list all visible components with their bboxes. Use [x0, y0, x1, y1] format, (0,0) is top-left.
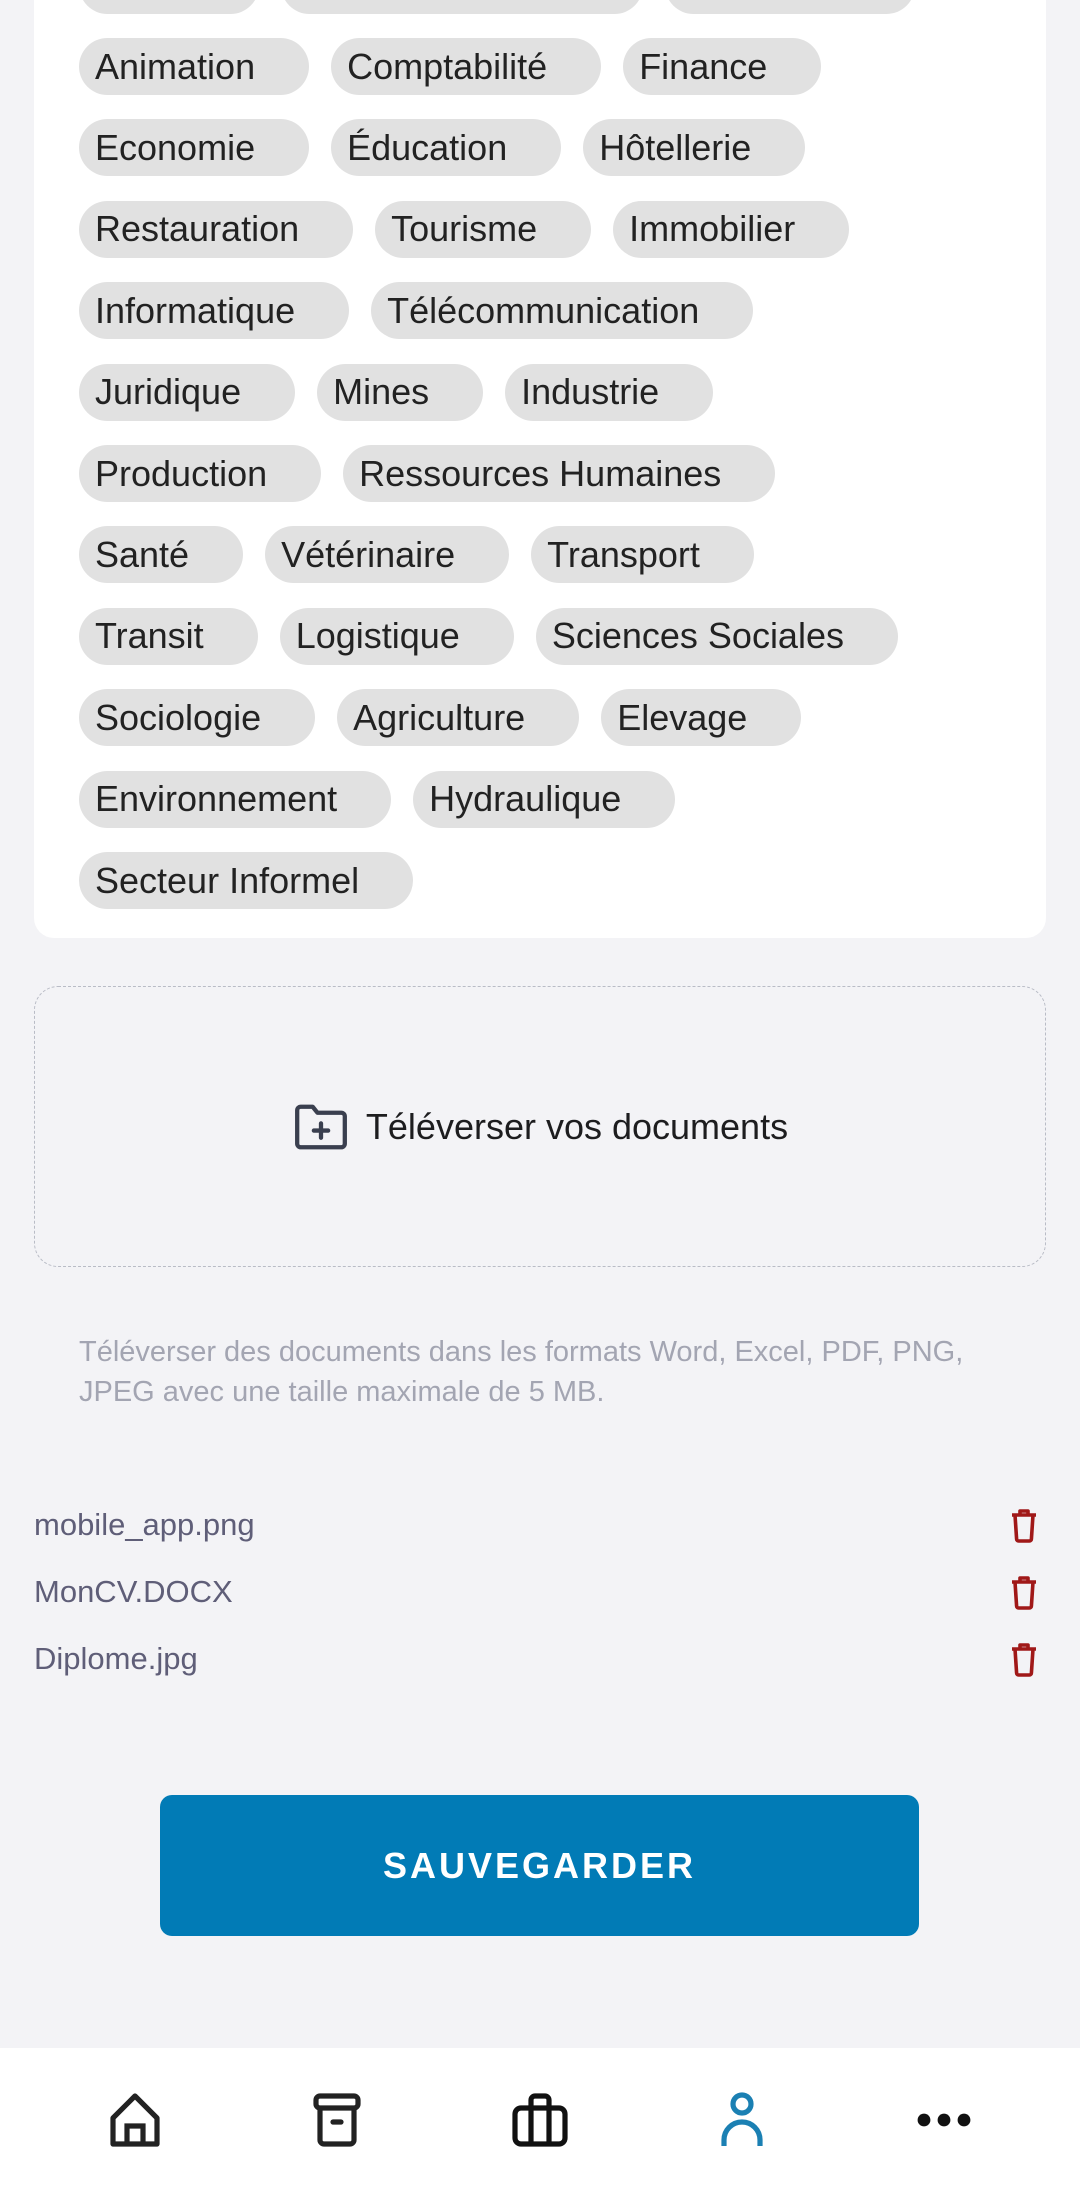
sector-chip[interactable]: [281, 0, 643, 14]
trash-icon[interactable]: [1004, 1639, 1044, 1679]
sector-row: Production Ressources Humaines: [79, 445, 776, 502]
sector-row: Environnement Hydraulique: [79, 770, 676, 828]
sector-chip[interactable]: Animation: [79, 38, 310, 95]
sector-chip[interactable]: Juridique: [79, 363, 296, 421]
sectors-card: Animation Comptabilité Finance Economie Éduc…: [34, 0, 1046, 938]
upload-label: Téléverser vos documents: [365, 1105, 789, 1147]
sector-chip[interactable]: Restauration: [79, 200, 354, 258]
briefcase-icon: [512, 2093, 568, 2147]
trash-icon[interactable]: [1004, 1505, 1044, 1545]
sector-chip[interactable]: [665, 0, 915, 14]
sector-chip[interactable]: Environnement: [79, 770, 392, 828]
archive-icon: [313, 2093, 361, 2147]
folder-plus-icon: [294, 1104, 347, 1149]
sector-chip[interactable]: [79, 0, 259, 14]
user-icon: [721, 2092, 763, 2146]
nav-more[interactable]: [914, 2090, 974, 2150]
sector-chip[interactable]: Sciences Sociales: [535, 607, 898, 665]
sector-row: Informatique Télécommunication: [79, 282, 754, 340]
sector-chip[interactable]: Economie: [79, 119, 310, 177]
file-item: MonCV.DOCX: [34, 1567, 1046, 1617]
sector-chip[interactable]: Sociologie: [79, 689, 316, 747]
file-item: mobile_app.png: [34, 1500, 1046, 1550]
sector-chip[interactable]: Hôtellerie: [583, 119, 806, 177]
sector-row: Juridique Mines Industrie: [79, 363, 714, 421]
sector-chip[interactable]: Télécommunication: [371, 282, 754, 340]
sector-chip[interactable]: Hydraulique: [413, 770, 676, 828]
sector-chip[interactable]: Production: [79, 445, 322, 502]
save-button[interactable]: SAUVEGARDER: [160, 1795, 919, 1936]
file-name: Diplome.jpg: [34, 1641, 198, 1676]
sector-row: Transit Logistique Sciences Sociales: [79, 607, 898, 665]
sector-chip[interactable]: Immobilier: [613, 200, 850, 258]
nav-jobs[interactable]: [510, 2090, 570, 2150]
trash-icon[interactable]: [1004, 1572, 1044, 1612]
file-name: mobile_app.png: [34, 1507, 255, 1542]
nav-archive[interactable]: [307, 2090, 367, 2150]
sector-chip[interactable]: Agriculture: [337, 689, 580, 747]
more-icon: [917, 2113, 971, 2127]
nav-profile[interactable]: [712, 2090, 772, 2150]
upload-hint: Téléverser des documents dans les format…: [79, 1336, 964, 1408]
sector-chip[interactable]: Santé: [79, 526, 244, 584]
sector-chip[interactable]: Vétérinaire: [265, 526, 510, 584]
sector-chip[interactable]: Mines: [317, 363, 484, 421]
file-name: MonCV.DOCX: [34, 1574, 233, 1609]
nav-home[interactable]: [105, 2090, 165, 2150]
sector-row: Economie Éducation Hôtellerie: [79, 119, 806, 177]
sector-chip[interactable]: Transit: [79, 607, 258, 665]
sector-chip[interactable]: Comptabilité: [331, 38, 602, 95]
bottom-nav: [0, 2048, 1080, 2200]
sector-row: Sociologie Agriculture Elevage: [79, 689, 802, 747]
sector-chip[interactable]: Logistique: [279, 607, 514, 665]
file-item: Diplome.jpg: [34, 1634, 1046, 1684]
sector-row: Animation Comptabilité Finance: [79, 38, 822, 95]
sector-chip[interactable]: Transport: [531, 526, 754, 584]
sector-chip[interactable]: Informatique: [79, 282, 350, 340]
sector-chip[interactable]: Finance: [623, 38, 822, 95]
sector-row: Secteur Informel: [79, 852, 414, 909]
sector-row: Restauration Tourisme Immobilier: [79, 200, 850, 258]
sector-chip[interactable]: Elevage: [601, 689, 802, 747]
sector-chip[interactable]: Secteur Informel: [79, 852, 414, 909]
sector-chip[interactable]: Industrie: [505, 363, 714, 421]
home-icon: [110, 2093, 160, 2147]
sector-chip[interactable]: Ressources Humaines: [343, 445, 776, 502]
upload-documents-button[interactable]: Téléverser vos documents: [34, 986, 1046, 1267]
sector-chip[interactable]: Tourisme: [375, 200, 592, 258]
sector-chip[interactable]: Éducation: [331, 119, 562, 177]
sector-row: Santé Vétérinaire Transport: [79, 526, 754, 584]
